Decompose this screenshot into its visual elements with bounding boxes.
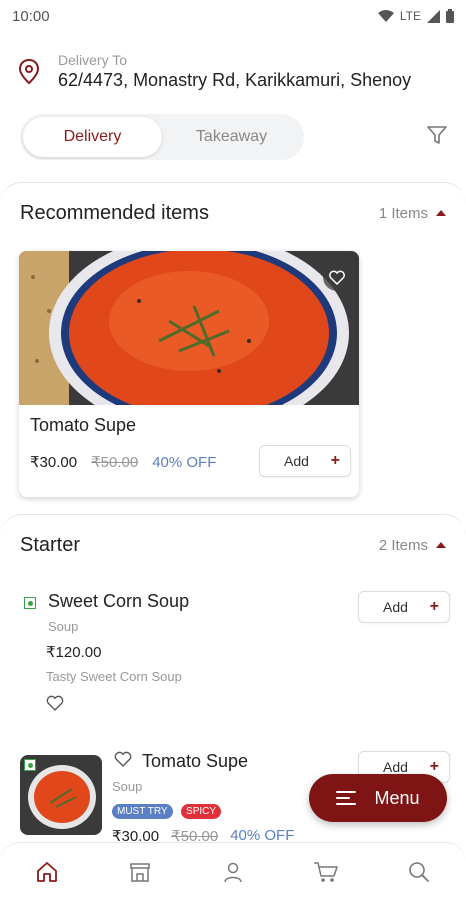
item-count: 2 Items bbox=[378, 536, 428, 554]
price-row: ₹30.00 ₹50.00 40% OFF bbox=[30, 453, 217, 472]
search-icon bbox=[409, 861, 430, 882]
collapse-caret-icon[interactable] bbox=[436, 210, 446, 216]
delivery-address: 62/4473, Monastry Rd, Karikkamuri, Sheno… bbox=[58, 70, 412, 90]
starter-header[interactable]: Starter 2 Items bbox=[0, 515, 466, 575]
nav-store[interactable] bbox=[120, 852, 160, 892]
add-label: Add bbox=[383, 599, 408, 615]
takeaway-tab[interactable]: Takeaway bbox=[162, 117, 301, 157]
add-button[interactable]: Add + bbox=[358, 591, 450, 623]
item-tags: MUST TRY SPICY bbox=[112, 801, 225, 819]
item-discount: 40% OFF bbox=[152, 453, 217, 471]
heart-icon[interactable] bbox=[114, 751, 132, 767]
item-name: Sweet Corn Soup bbox=[48, 591, 190, 611]
menu-item[interactable]: Sweet Corn Soup Soup ₹120.00 Tasty Sweet… bbox=[20, 589, 450, 729]
tag-must-try: MUST TRY bbox=[112, 804, 173, 819]
wifi-icon bbox=[377, 9, 394, 22]
home-icon bbox=[36, 861, 57, 882]
nav-home[interactable] bbox=[27, 852, 67, 892]
collapse-caret-icon[interactable] bbox=[436, 542, 446, 548]
status-bar: 10:00 LTE bbox=[0, 0, 466, 32]
heart-icon[interactable] bbox=[46, 695, 64, 711]
tomato-soup-image bbox=[19, 251, 359, 405]
recommended-item-card[interactable]: Tomato Supe ₹30.00 ₹50.00 40% OFF Add + bbox=[19, 251, 359, 497]
status-icons: LTE bbox=[377, 9, 454, 23]
nav-search[interactable] bbox=[399, 852, 439, 892]
signal-icon bbox=[427, 9, 440, 23]
menu-button[interactable]: Menu bbox=[309, 774, 447, 822]
item-count: 1 Items bbox=[378, 204, 428, 222]
section-count: 1 Items bbox=[379, 205, 446, 222]
add-label: Add bbox=[383, 759, 408, 775]
recommended-section: Recommended items 1 Items Tomato Supe ₹3… bbox=[0, 182, 466, 512]
food-thumbnail bbox=[20, 755, 102, 835]
favorite-button[interactable] bbox=[323, 263, 351, 291]
cart-icon bbox=[314, 861, 338, 882]
delivery-address-selector[interactable]: Delivery To 62/4473, Monastry Rd, Karikk… bbox=[18, 52, 466, 91]
battery-icon bbox=[446, 9, 454, 23]
location-pin-icon bbox=[18, 58, 40, 84]
order-mode-toggle: Delivery Takeaway bbox=[20, 114, 304, 160]
item-old-price: ₹50.00 bbox=[91, 454, 139, 471]
menu-lines-icon bbox=[336, 791, 357, 805]
add-button[interactable]: Add + bbox=[259, 445, 351, 477]
section-title: Starter bbox=[20, 533, 81, 556]
item-name: Tomato Supe bbox=[30, 415, 137, 435]
profile-icon bbox=[224, 862, 242, 882]
food-image bbox=[19, 251, 359, 405]
nav-profile[interactable] bbox=[213, 852, 253, 892]
menu-label: Menu bbox=[374, 787, 420, 808]
add-label: Add bbox=[284, 453, 309, 469]
network-label: LTE bbox=[399, 9, 421, 23]
item-category: Soup bbox=[112, 779, 143, 794]
tag-spicy: SPICY bbox=[181, 804, 222, 819]
recommended-header[interactable]: Recommended items 1 Items bbox=[0, 183, 466, 243]
section-count: 2 Items bbox=[379, 537, 446, 554]
bottom-navigation bbox=[0, 842, 466, 900]
plus-icon: + bbox=[330, 452, 340, 469]
heart-icon bbox=[329, 270, 345, 285]
plus-icon: + bbox=[429, 758, 439, 775]
item-price: ₹30.00 bbox=[30, 454, 78, 471]
delivery-tab[interactable]: Delivery bbox=[23, 117, 162, 157]
delivery-text: Delivery To 62/4473, Monastry Rd, Karikk… bbox=[58, 52, 411, 91]
item-name: Tomato Supe bbox=[142, 751, 249, 771]
section-title: Recommended items bbox=[20, 201, 209, 224]
item-description: Tasty Sweet Corn Soup bbox=[46, 669, 182, 684]
nav-cart[interactable] bbox=[306, 852, 346, 892]
item-price: ₹120.00 bbox=[46, 644, 102, 661]
veg-indicator-icon bbox=[24, 759, 36, 771]
delivery-label: Delivery To bbox=[58, 52, 127, 68]
status-time: 10:00 bbox=[12, 7, 50, 25]
filter-icon[interactable] bbox=[426, 124, 448, 146]
item-category: Soup bbox=[48, 619, 79, 634]
plus-icon: + bbox=[429, 598, 439, 615]
store-icon bbox=[130, 862, 150, 882]
veg-indicator-icon bbox=[24, 597, 36, 609]
